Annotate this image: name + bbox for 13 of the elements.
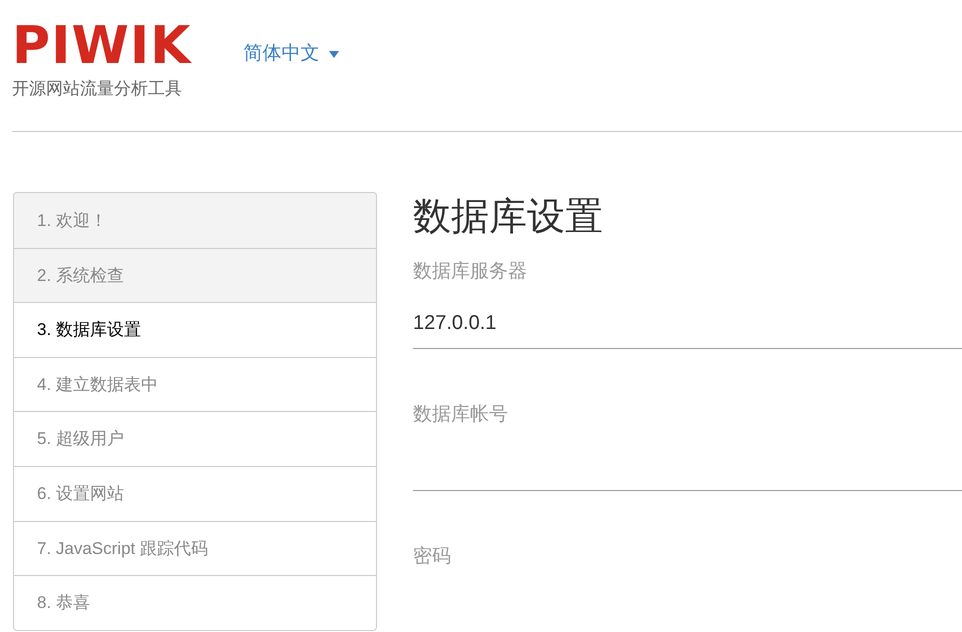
language-selector[interactable]: 简体中文 (243, 40, 340, 68)
field-label: 数据库帐号 (413, 402, 508, 426)
field-label: 数据库服务器 (413, 260, 527, 284)
step-item: 8. 恭喜 (14, 575, 376, 630)
page-title: 数据库设置 (413, 195, 603, 240)
caret-icon (329, 50, 340, 58)
field-label: 密码 (413, 545, 451, 569)
tagline: 开源网站流量分析工具 (12, 78, 183, 100)
step-item: 2. 系统检查 (14, 248, 376, 302)
logo[interactable]: PIWIK (12, 20, 192, 72)
step-item: 4. 建立数据表中 (14, 356, 376, 412)
step-item: 1. 欢迎！ (14, 193, 376, 248)
input-field[interactable]: 127.0.0.1 (413, 298, 962, 348)
